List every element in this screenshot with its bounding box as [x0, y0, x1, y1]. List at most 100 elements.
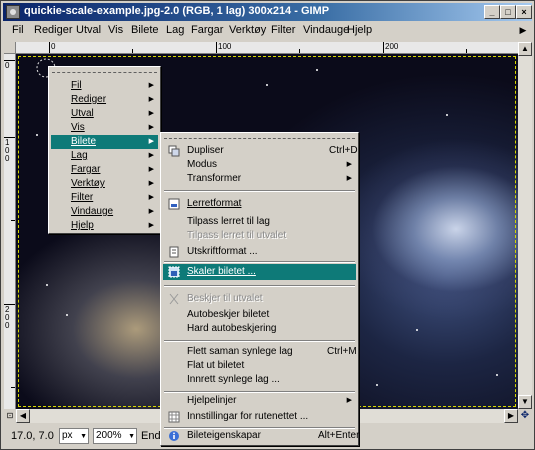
ruler-tick [383, 42, 384, 53]
context-menu-vindauge[interactable]: Vindauge ▶ [51, 205, 158, 219]
menu-vindauge[interactable]: Vindauge [303, 24, 349, 36]
vruler-label: 200 [5, 305, 10, 330]
submenu-beskjer-til-utvalet: Beskjer til utvalet [163, 292, 356, 306]
context-menu-hjelp[interactable]: Hjelp ▶ [51, 219, 158, 233]
star [66, 314, 68, 316]
submenu-hard-autobeskjering[interactable]: Hard autobeskjering [163, 322, 356, 336]
star [376, 384, 378, 386]
vertical-scrollbar[interactable]: ▲ ▼ [518, 42, 532, 409]
scroll-left-icon[interactable]: ◀ [16, 409, 30, 423]
context-menu-bilete[interactable]: Bilete ▶ [51, 135, 158, 149]
submenu-dupliser[interactable]: Dupliser Ctrl+D [163, 144, 358, 158]
quick-mask-toggle-icon[interactable]: ⊡ [4, 409, 16, 423]
submenu-utskriftformat[interactable]: Utskriftformat ... [163, 245, 356, 259]
image-submenu: Dupliser Ctrl+D Modus ▶ Transformer ▶ Lerr… [160, 132, 359, 446]
context-menu-rediger[interactable]: Rediger ▶ [51, 93, 158, 107]
menu-separator [164, 285, 355, 287]
submenu-lerretformat[interactable]: Lerretformat [163, 197, 356, 211]
menu-hjelp[interactable]: Hjelp [347, 24, 372, 36]
menu-tearoff[interactable] [164, 138, 355, 139]
ruler-corner[interactable] [4, 42, 16, 54]
context-menu-fargar[interactable]: Fargar ▶ [51, 163, 158, 177]
minimize-icon[interactable]: _ [484, 5, 500, 19]
submenu-flat-ut-biletet[interactable]: Flat ut biletet [163, 359, 356, 373]
duplicate-icon [168, 145, 180, 157]
submenu-skaler-biletet[interactable]: Skaler biletet ... [163, 264, 356, 280]
submenu-transformer[interactable]: Transformer ▶ [163, 172, 356, 186]
menu-filter[interactable]: Filter [271, 24, 295, 36]
submenu-innrett-synlege-lag[interactable]: Innrett synlege lag ... [163, 373, 356, 387]
dropdown-arrow-icon: ▼ [80, 433, 87, 440]
star [496, 374, 498, 376]
hruler-label: 200 [385, 42, 399, 51]
submenu-modus[interactable]: Modus ▶ [163, 158, 356, 172]
scroll-up-icon[interactable]: ▲ [518, 42, 532, 56]
submenu-flett-saman-synlege-lag[interactable]: Flett saman synlege lag Ctrl+M [163, 345, 357, 359]
pointer-coordinates: 17.0, 7.0 [11, 430, 54, 442]
submenu-bileteigenskapar[interactable]: Bileteigenskapar Alt+Enter [163, 429, 359, 443]
grid-icon [168, 411, 180, 423]
menu-separator [164, 340, 355, 342]
vertical-ruler[interactable]: 0 100 200 [4, 54, 16, 409]
horizontal-ruler[interactable]: 0 100 200 [16, 42, 518, 54]
info-icon [169, 431, 179, 441]
star [316, 69, 318, 71]
canvas-size-icon [168, 198, 180, 210]
title-bar[interactable]: quickie-scale-example.jpg-2.0 (RGB, 1 la… [3, 3, 532, 21]
vruler-label: 100 [5, 138, 10, 163]
unit-select-value: px [62, 430, 73, 441]
crop-icon [169, 293, 179, 305]
maximize-icon[interactable]: □ [500, 5, 516, 19]
dropdown-arrow-icon: ▼ [128, 433, 135, 440]
ruler-tick [11, 220, 15, 221]
star [36, 134, 38, 136]
hruler-label: 0 [51, 42, 56, 51]
ruler-tick [216, 42, 217, 53]
menu-separator [164, 190, 355, 192]
ruler-tick [299, 49, 300, 53]
scroll-down-icon[interactable]: ▼ [518, 395, 532, 409]
vruler-label: 0 [5, 61, 10, 70]
scroll-right-icon[interactable]: ▶ [504, 409, 518, 423]
print-size-icon [169, 246, 179, 258]
menu-verktoy[interactable]: Verktøy [229, 24, 266, 36]
ruler-tick [466, 49, 467, 53]
scale-image-icon [168, 266, 180, 278]
menu-separator [164, 391, 355, 393]
menu-lag[interactable]: Lag [166, 24, 184, 36]
hruler-label: 100 [218, 42, 232, 51]
menu-bilete[interactable]: Bilete [131, 24, 159, 36]
menu-bar: Fil Rediger Utval Vis Bilete Lag Fargar … [3, 22, 532, 40]
menu-fil[interactable]: Fil [12, 24, 24, 36]
menu-utval[interactable]: Utval [76, 24, 101, 36]
star [446, 114, 448, 116]
context-menu-filter[interactable]: Filter ▶ [51, 191, 158, 205]
menu-separator [164, 261, 355, 263]
menu-fargar[interactable]: Fargar [191, 24, 223, 36]
menu-vis[interactable]: Vis [108, 24, 123, 36]
zoom-select-value: 200% [96, 430, 122, 441]
submenu-hjelpelinjer[interactable]: Hjelpelinjer ▶ [163, 394, 356, 408]
menu-rediger[interactable]: Rediger [34, 24, 73, 36]
ruler-tick [49, 42, 50, 53]
context-menu-vis[interactable]: Vis ▶ [51, 121, 158, 135]
submenu-tilpass-lerret-til-utvalet: Tilpass lerret til utvalet [187, 230, 287, 241]
navigate-icon[interactable]: ✥ [518, 409, 532, 423]
menu-tearoff[interactable] [52, 72, 157, 73]
context-menu-lag[interactable]: Lag ▶ [51, 149, 158, 163]
star [416, 329, 418, 331]
unit-select[interactable]: px ▼ [59, 428, 89, 444]
star [46, 284, 48, 286]
menu-scroll-right-icon[interactable]: ▶ [517, 24, 529, 36]
ruler-tick [11, 387, 15, 388]
context-menu-verktoy[interactable]: Verktøy ▶ [51, 177, 158, 191]
ruler-tick [132, 49, 133, 53]
close-icon[interactable]: × [516, 5, 532, 19]
submenu-tilpass-lerret-til-lag[interactable]: Tilpass lerret til lag [163, 215, 356, 229]
submenu-autobeskjer[interactable]: Autobeskjer biletet [163, 308, 356, 322]
context-menu-utval[interactable]: Utval ▶ [51, 107, 158, 121]
gimp-app-icon[interactable] [6, 5, 20, 19]
context-menu-fil[interactable]: Fil ▶ [51, 79, 158, 93]
submenu-innstillingar-for-rutenettet[interactable]: Innstillingar for rutenettet ... [163, 410, 356, 424]
zoom-select[interactable]: 200% ▼ [93, 428, 137, 444]
